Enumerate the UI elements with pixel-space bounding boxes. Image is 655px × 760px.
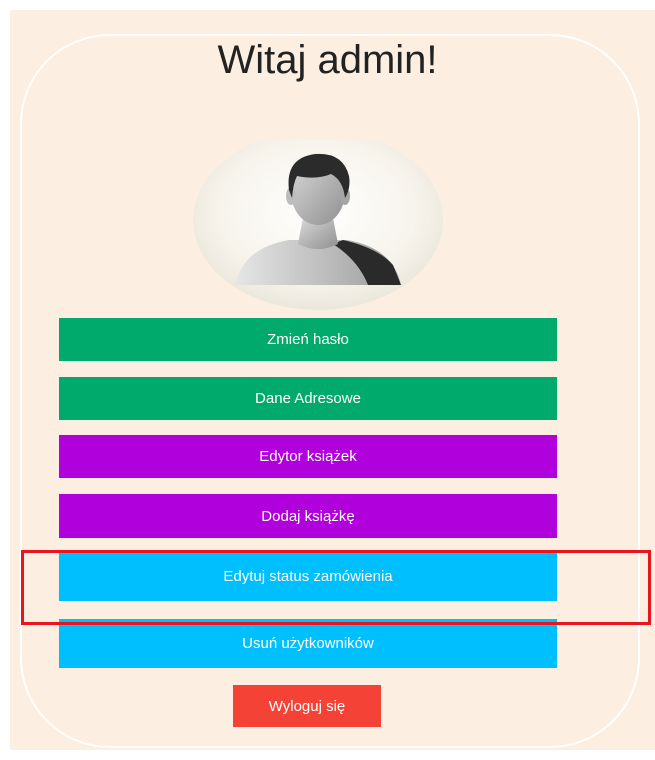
page-title: Witaj admin!	[217, 38, 438, 82]
edit-order-status-button[interactable]: Edytuj status zamówienia	[59, 552, 557, 601]
logout-button[interactable]: Wyloguj się	[233, 685, 381, 727]
address-data-button[interactable]: Dane Adresowe	[59, 377, 557, 420]
book-editor-button[interactable]: Edytor książek	[59, 435, 557, 478]
user-avatar-icon	[193, 140, 443, 310]
delete-users-button[interactable]: Usuń użytkowników	[59, 619, 557, 668]
change-password-button[interactable]: Zmień hasło	[59, 318, 557, 361]
add-book-button[interactable]: Dodaj książkę	[59, 494, 557, 538]
page: Witaj admin! Zmień hasło Dane Adresowe E…	[0, 0, 655, 760]
avatar	[193, 140, 443, 310]
